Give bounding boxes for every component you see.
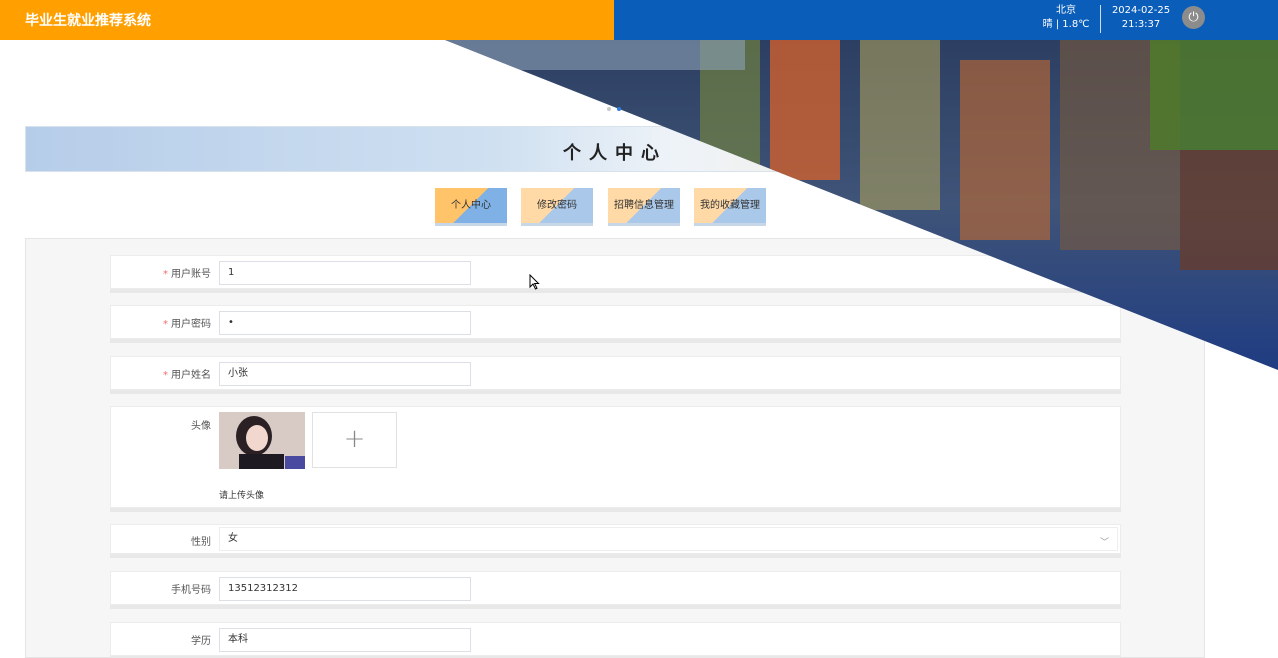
password-label: * 用户密码 [163,319,211,330]
required-mark: * [163,319,168,330]
app-title: 毕业生就业推荐系统 [25,13,151,29]
carousel-indicator [607,100,627,114]
form-row-phone: 手机号码 13512312312 [110,571,1121,605]
chevron-down-icon: ﹀ [1099,538,1109,548]
profile-form: * 用户账号 1 * 用户密码 • * 用户姓名 小张 头像 + 请上传头像 性别 女… [25,238,1205,658]
password-input[interactable]: • [219,311,471,335]
avatar-thumbnail[interactable] [219,412,305,469]
header-info-bar [614,0,1278,40]
phone-label: 手机号码 [171,585,211,596]
header-divider [1100,5,1101,33]
form-row-name: * 用户姓名 小张 [110,356,1121,390]
page-title: 个人中心 [563,143,667,164]
carousel-dot-active[interactable] [617,107,621,111]
plus-icon[interactable]: + [312,412,397,468]
tab-change-password[interactable]: 修改密码 [521,188,593,223]
weather-widget: 北京 晴 | 1.8℃ [1036,4,1096,32]
education-input[interactable]: 本科 [219,628,471,652]
form-row-avatar: 头像 + 请上传头像 [110,406,1121,508]
clock-widget: 2024-02-25 21:3:37 [1108,4,1174,32]
form-row-gender: 性别 女 ﹀ [110,524,1121,554]
avatar-label: 头像 [191,421,211,432]
tab-profile[interactable]: 个人中心 [435,188,507,223]
avatar-image [219,412,305,469]
account-input[interactable]: 1 [219,261,471,285]
carousel-dot[interactable] [607,107,611,111]
brand-area: 毕业生就业推荐系统 [0,0,614,40]
page-title-banner: 个人中心 [25,126,1205,172]
power-icon[interactable]: ⏻ [1182,6,1205,29]
weather-label: 晴 | 1.8℃ [1042,19,1090,30]
form-row-account: * 用户账号 1 [110,255,1121,289]
gender-selected-value: 女 [228,533,238,544]
date-label: 2024-02-25 [1111,5,1171,16]
gender-label: 性别 [191,537,211,548]
name-input[interactable]: 小张 [219,362,471,386]
top-bar: 毕业生就业推荐系统 北京 晴 | 1.8℃ 2024-02-25 21:3:37… [0,0,1278,40]
account-label: * 用户账号 [163,269,211,280]
phone-input[interactable]: 13512312312 [219,577,471,601]
avatar-upload-tip: 请上传头像 [219,491,265,501]
mouse-cursor-icon [529,274,540,290]
gender-select[interactable]: 女 ﹀ [219,527,1118,551]
city-label: 北京 [1056,5,1076,16]
required-mark: * [163,370,168,381]
required-mark: * [163,269,168,280]
time-label: 21:3:37 [1121,19,1161,30]
tab-job-posting-management[interactable]: 招聘信息管理 [608,188,680,223]
name-label: * 用户姓名 [163,370,211,381]
form-row-education: 学历 本科 [110,622,1121,656]
tab-favorites-management[interactable]: 我的收藏管理 [694,188,766,223]
form-row-password: * 用户密码 • [110,305,1121,339]
